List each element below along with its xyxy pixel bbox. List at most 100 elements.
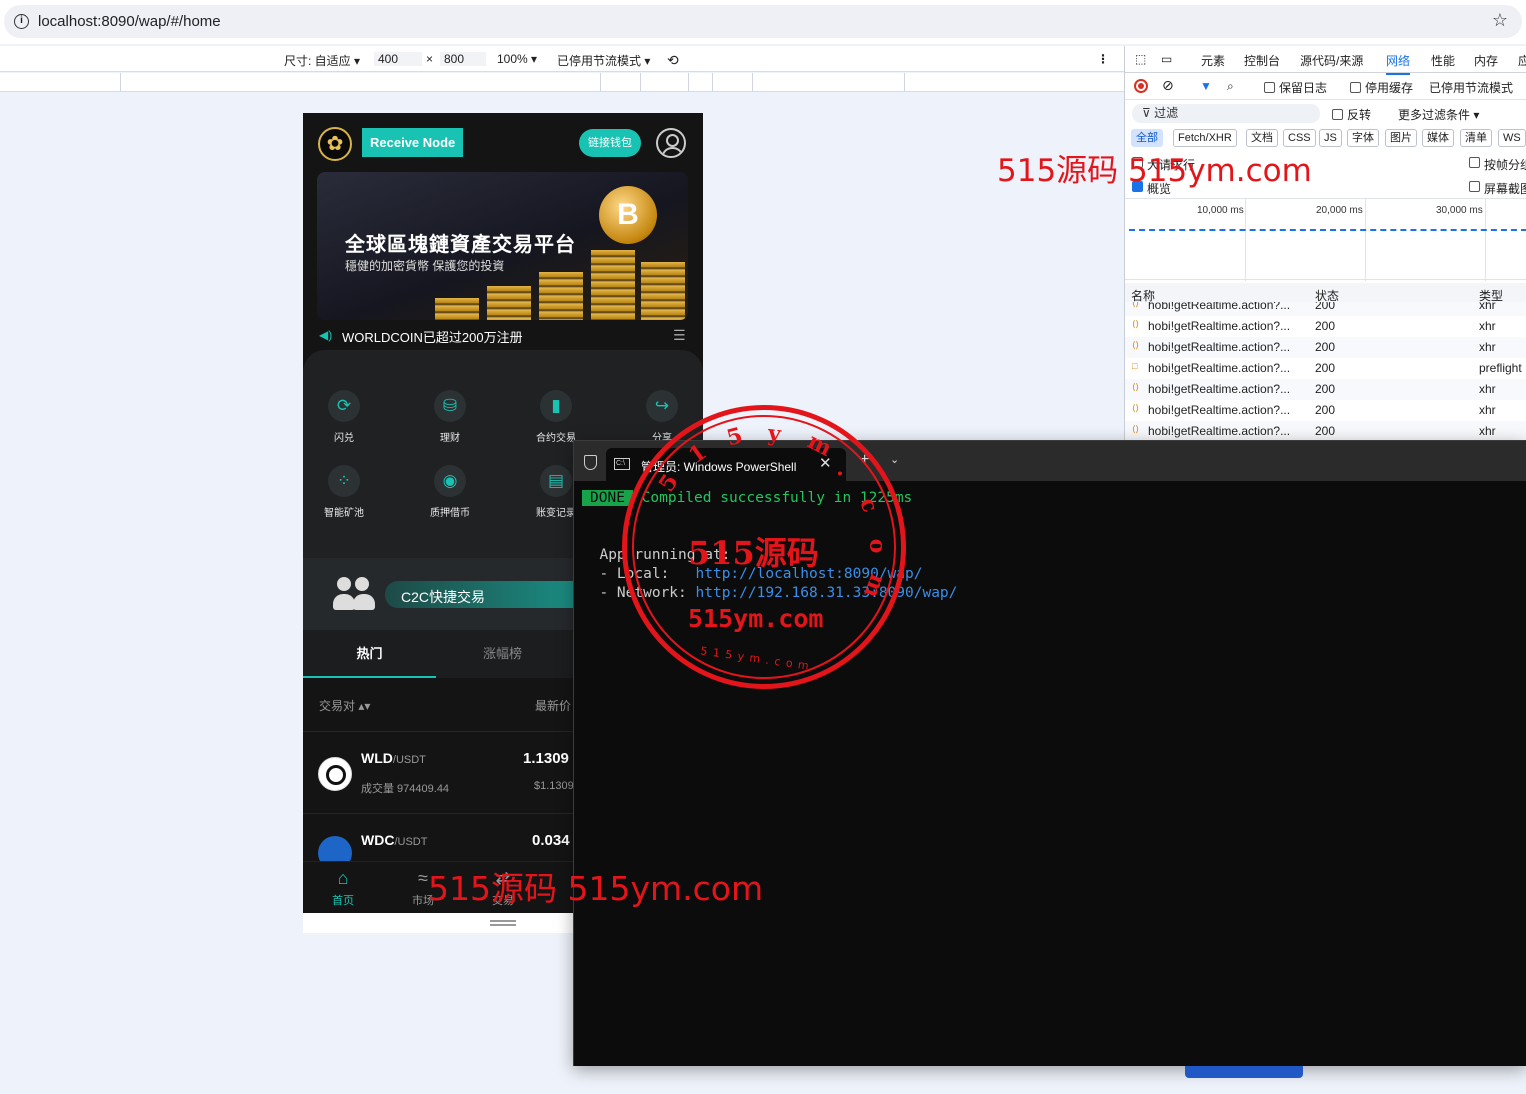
- done-badge: DONE: [582, 490, 633, 506]
- more-options-icon[interactable]: ⋮: [1097, 52, 1109, 66]
- stamp-domain-text: 515ym.com: [688, 604, 824, 633]
- request-type: xhr: [1479, 340, 1496, 354]
- url-text[interactable]: localhost:8090/wap/#/home: [38, 13, 221, 30]
- filter-icon[interactable]: ▼: [1200, 79, 1212, 93]
- request-row[interactable]: ⟨⟩ hobi!getRealtime.action?... 200 xhr: [1125, 379, 1526, 400]
- request-type: xhr: [1479, 424, 1496, 438]
- request-name: hobi!getRealtime.action?...: [1148, 361, 1291, 375]
- type-media[interactable]: 媒体: [1422, 129, 1454, 147]
- network-throttle[interactable]: 已停用节流模式: [1429, 79, 1513, 96]
- record-icon: ▤: [540, 465, 572, 497]
- request-row[interactable]: ⟨⟩ hobi!getRealtime.action?... 200 xhr: [1125, 302, 1526, 316]
- clear-icon[interactable]: ⊘: [1162, 77, 1174, 94]
- coins-icon: ⛁: [434, 390, 466, 422]
- tab-gainers[interactable]: 涨幅榜: [436, 630, 569, 678]
- type-img[interactable]: 图片: [1385, 129, 1417, 147]
- width-input[interactable]: 400: [374, 52, 422, 66]
- xhr-icon: ⟨⟩: [1132, 403, 1140, 413]
- type-js[interactable]: JS: [1319, 129, 1342, 147]
- filter-input[interactable]: ⊽ 过滤: [1132, 104, 1320, 123]
- banner-title: 全球區塊鏈資產交易平台: [345, 234, 576, 256]
- request-row[interactable]: ⟨⟩ hobi!getRealtime.action?... 200 xhr: [1125, 316, 1526, 337]
- pair-sort-header[interactable]: 交易对 ▴▾: [319, 697, 370, 714]
- stamp-ring-char: o: [864, 538, 891, 554]
- bookmark-star-icon[interactable]: ☆: [1492, 10, 1508, 31]
- request-row[interactable]: ⟨⟩ hobi!getRealtime.action?... 200 xhr: [1125, 421, 1526, 440]
- throttle-select[interactable]: 已停用节流模式 ▾: [557, 52, 650, 69]
- resize-handle[interactable]: [490, 920, 516, 926]
- search-icon[interactable]: ⌕: [1227, 79, 1234, 94]
- height-input[interactable]: 800: [440, 52, 486, 66]
- request-row[interactable]: ⟨⟩ hobi!getRealtime.action?... 200 xhr: [1125, 337, 1526, 358]
- request-name: hobi!getRealtime.action?...: [1148, 340, 1291, 354]
- func-flash-swap[interactable]: ⟳ 闪兑: [314, 390, 374, 444]
- preflight-icon: □: [1132, 361, 1138, 371]
- zoom-select[interactable]: 100% ▾: [497, 52, 537, 66]
- xhr-icon: ⟨⟩: [1132, 382, 1140, 392]
- screenshots-checkbox[interactable]: 屏幕截图: [1469, 180, 1526, 196]
- record-icon[interactable]: [1134, 79, 1148, 93]
- tab-memory[interactable]: 内存: [1474, 52, 1498, 69]
- disable-cache-checkbox[interactable]: 停用缓存: [1350, 79, 1413, 96]
- tab-application[interactable]: 应: [1518, 52, 1526, 69]
- pair-volume: 成交量 974409.44: [361, 783, 450, 795]
- tab-console[interactable]: 控制台: [1244, 52, 1280, 69]
- pair-price: 1.1309: [523, 750, 569, 767]
- worldcoin-logo-icon: [318, 757, 352, 791]
- swap-icon: ⟳: [328, 390, 360, 422]
- request-type: xhr: [1479, 319, 1496, 333]
- type-font[interactable]: 字体: [1347, 129, 1379, 147]
- network-overview-timeline[interactable]: 10,000 ms 20,000 ms 30,000 ms: [1125, 198, 1526, 281]
- list-icon[interactable]: ☰: [673, 327, 686, 344]
- app-logo-icon: ✿: [318, 127, 352, 161]
- request-row[interactable]: □ hobi!getRealtime.action?... 200 preflight: [1125, 358, 1526, 379]
- app-header: ✿ Receive Node 链接钱包: [303, 113, 703, 171]
- timeline-label: 10,000 ms: [1197, 205, 1244, 216]
- timeline-label: 20,000 ms: [1316, 205, 1363, 216]
- func-contract[interactable]: ▮ 合约交易: [526, 390, 586, 444]
- coin-stack: [487, 286, 531, 320]
- pledge-icon: ◉: [434, 465, 466, 497]
- tab-elements[interactable]: 元素: [1201, 52, 1225, 69]
- scatter-icon: ⁘: [328, 465, 360, 497]
- xhr-icon: ⟨⟩: [1132, 302, 1140, 308]
- tab-performance[interactable]: 性能: [1431, 52, 1455, 69]
- dimension-select[interactable]: 尺寸: 自适应 ▾: [284, 52, 360, 69]
- user-avatar-icon[interactable]: [656, 128, 686, 158]
- request-status: 200: [1315, 361, 1336, 375]
- group-by-frame-checkbox[interactable]: 按帧分组: [1469, 156, 1526, 172]
- notice-bar[interactable]: ◀) WORLDCOIN已超过200万注册 ☰: [303, 323, 703, 347]
- type-ws[interactable]: WS: [1498, 129, 1526, 147]
- request-type: preflight: [1479, 361, 1522, 375]
- func-label: 理财: [440, 433, 460, 444]
- request-name: hobi!getRealtime.action?...: [1148, 319, 1291, 333]
- func-pledge[interactable]: ◉ 质押借币: [420, 465, 480, 519]
- tabbar-home[interactable]: ⌂ 首页: [318, 868, 368, 908]
- inspect-icon[interactable]: ⬚: [1135, 52, 1146, 66]
- request-row[interactable]: ⟨⟩ hobi!getRealtime.action?... 200 xhr: [1125, 400, 1526, 421]
- connect-wallet-button[interactable]: 链接钱包: [579, 129, 641, 157]
- media-query-ruler: [0, 73, 1124, 92]
- promo-banner[interactable]: B 全球區塊鏈資產交易平台 穩健的加密貨幣 保護您的投資: [317, 172, 688, 320]
- chevron-down-icon[interactable]: ⌄: [890, 453, 899, 466]
- type-manifest[interactable]: 清单: [1460, 129, 1492, 147]
- tab-hot[interactable]: 热门: [303, 630, 436, 678]
- receive-node-button[interactable]: Receive Node: [362, 128, 464, 157]
- pair-price-usd: $1.1309: [534, 780, 574, 792]
- preserve-log-checkbox[interactable]: 保留日志: [1264, 79, 1327, 96]
- shield-icon: [584, 455, 597, 470]
- func-finance[interactable]: ⛁ 理财: [420, 390, 480, 444]
- device-toggle-icon[interactable]: ▭: [1161, 52, 1172, 66]
- more-filters-button[interactable]: 更多过滤条件 ▾: [1398, 106, 1479, 123]
- watermark-top: 515源码 515ym.com: [997, 153, 1312, 189]
- func-mining-pool[interactable]: ⁘ 智能矿池: [314, 465, 374, 519]
- pair-symbol: WDC/USDT: [361, 832, 428, 848]
- site-info-icon[interactable]: i: [14, 14, 29, 29]
- rotate-icon[interactable]: ⟲: [667, 52, 679, 69]
- coin-stack: [539, 272, 583, 320]
- home-icon: ⌂: [337, 868, 349, 888]
- omnibox[interactable]: i localhost:8090/wap/#/home ☆: [4, 5, 1522, 38]
- tab-network[interactable]: 网络: [1386, 52, 1411, 75]
- tab-sources[interactable]: 源代码/来源: [1300, 52, 1363, 69]
- invert-checkbox[interactable]: 反转: [1332, 106, 1371, 123]
